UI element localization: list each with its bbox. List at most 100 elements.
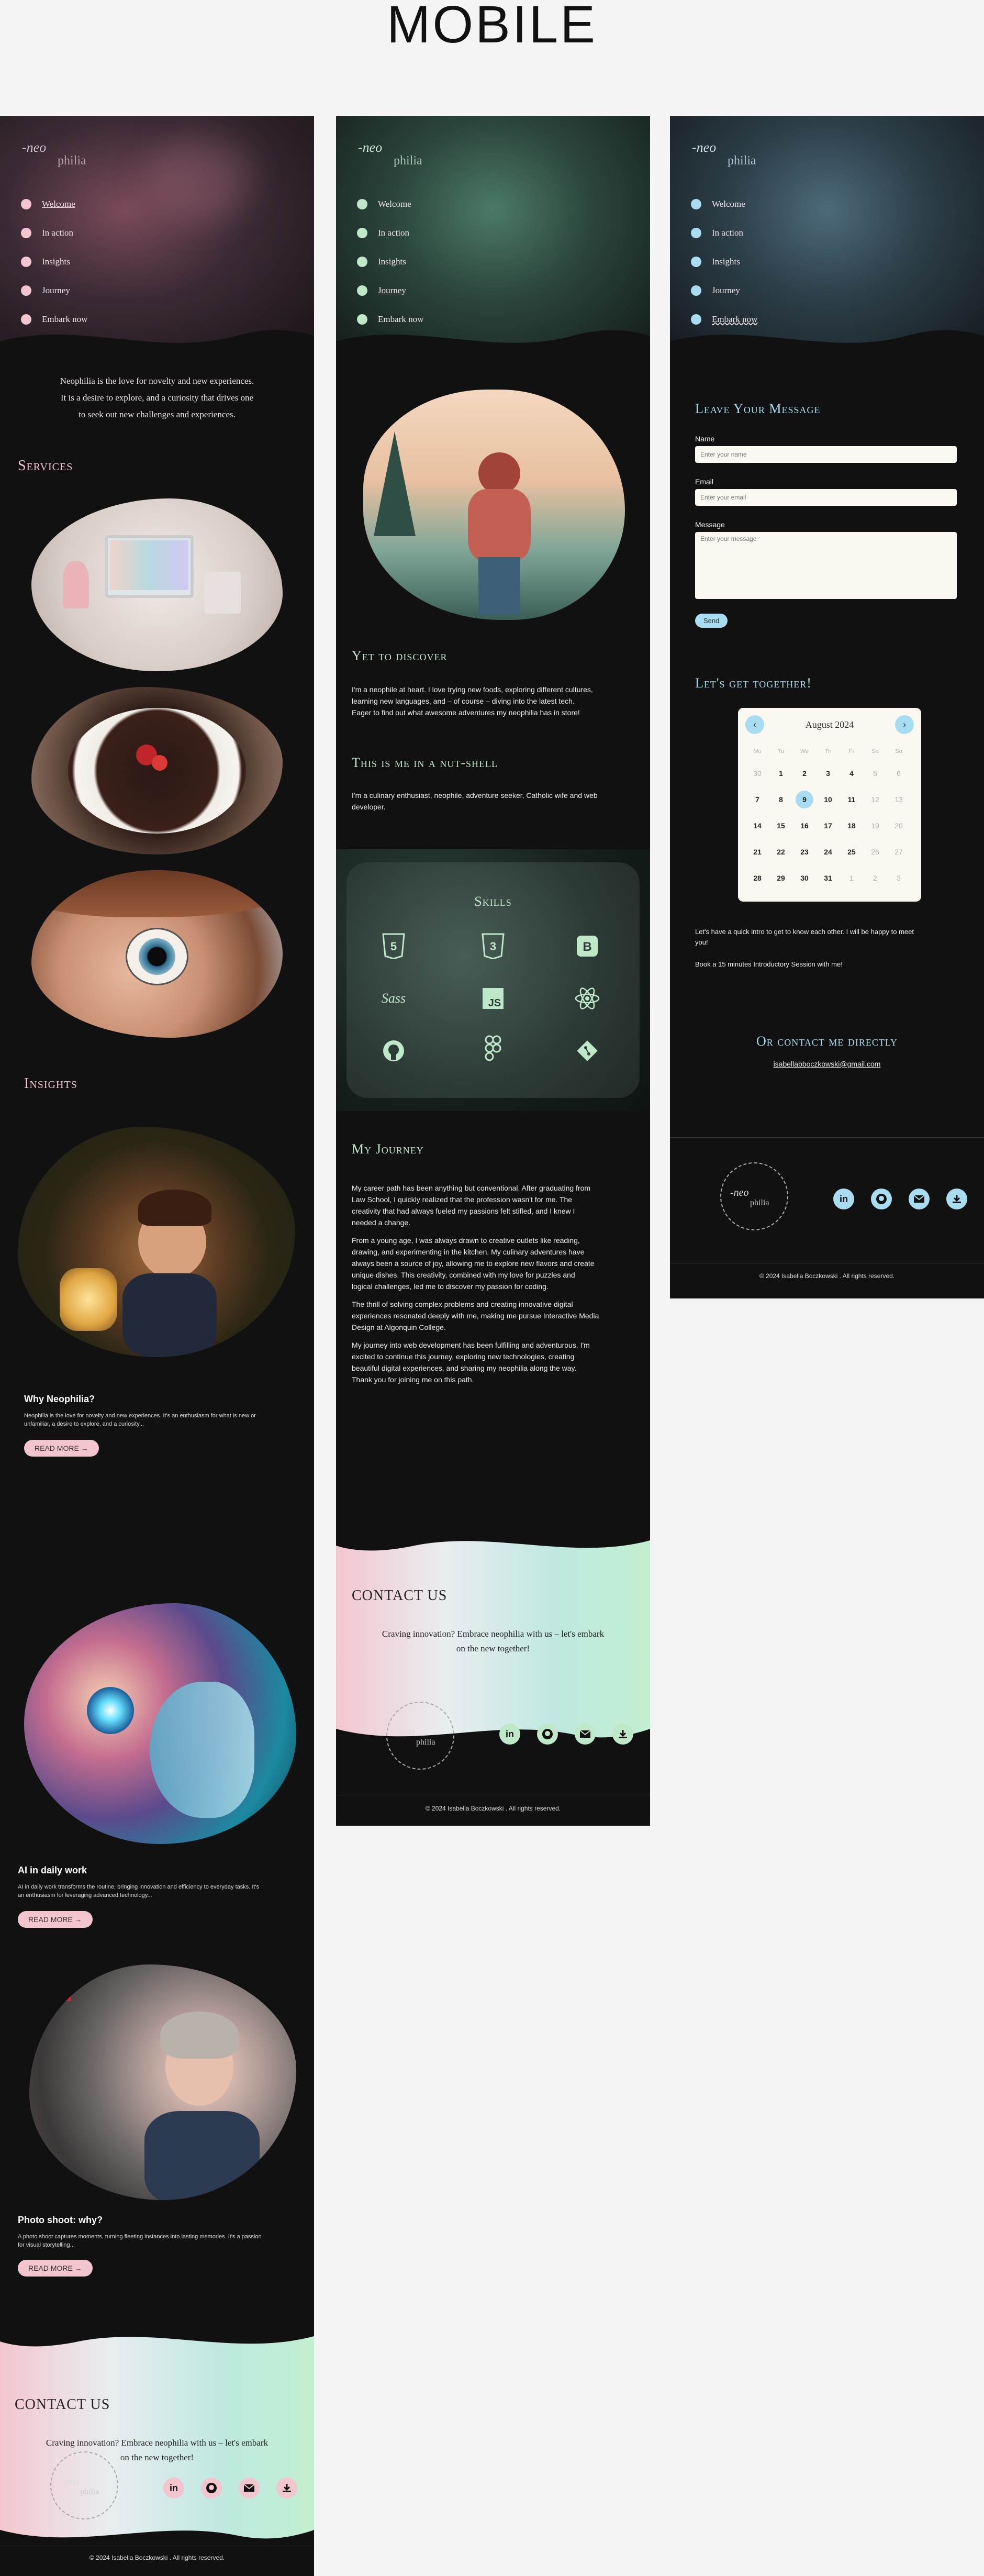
nav-item-journey[interactable]: Journey [691,276,757,305]
journey-paragraph: My journey into web development has been… [352,1341,590,1384]
copyright: © 2024 Isabella Boczkowski . All rights … [425,1805,561,1812]
phone-home: -neo philia Welcome In action Insights J… [0,116,314,2576]
nav-item-insights[interactable]: Insights [357,247,423,276]
calendar-day[interactable]: 20 [890,817,908,835]
calendar-day[interactable]: 8 [772,791,790,808]
calendar-day[interactable]: 14 [748,817,766,835]
copyright: © 2024 Isabella Boczkowski . All rights … [89,2554,225,2561]
calendar-day[interactable]: 29 [772,869,790,887]
send-button[interactable]: Send [695,614,728,628]
download-icon[interactable] [946,1189,967,1209]
calendar-day[interactable]: 5 [866,764,884,782]
contact-text: Craving innovation? Embrace neophilia wi… [382,1629,605,1653]
calendar-day[interactable]: 28 [748,869,766,887]
calendar-day[interactable]: 17 [819,817,837,835]
nav-item-welcome[interactable]: Welcome [691,190,757,218]
nav-item-welcome[interactable]: Welcome [21,190,87,218]
calendar-day[interactable]: 1 [843,869,860,887]
calendar-day[interactable]: 6 [890,764,908,782]
journey-paragraph: The thrill of solving complex problems a… [352,1300,599,1331]
calendar-day[interactable]: 13 [890,791,908,808]
calendar-day[interactable]: 7 [748,791,766,808]
svg-text:philia: philia [394,154,422,168]
contact-title: CONTACT US [352,1587,448,1604]
footer-divider-top [670,1137,984,1138]
calendar-day[interactable]: 15 [772,817,790,835]
calendar-next-button[interactable]: › [895,715,914,734]
calendar-day[interactable]: 18 [843,817,860,835]
service-image-cake[interactable] [31,687,283,854]
calendar-day[interactable]: 26 [866,843,884,861]
calendar-day[interactable]: 22 [772,843,790,861]
nav-item-journey[interactable]: Journey [357,276,423,305]
github-icon[interactable] [537,1724,558,1745]
contact-title: CONTACT US [15,2396,110,2413]
nav-item-in-action[interactable]: In action [21,218,87,247]
calendar-day[interactable]: 27 [890,843,908,861]
calendar-day[interactable]: 11 [843,791,860,808]
calendar-day[interactable]: 2 [796,764,813,782]
insight-desc: A photo shoot captures moments, turning … [18,2234,262,2248]
calendar-day[interactable]: 12 [866,791,884,808]
github-icon[interactable] [871,1189,892,1209]
linkedin-icon[interactable]: in [833,1189,854,1209]
calendar-day[interactable]: 23 [796,843,813,861]
logo[interactable]: -neo philia [21,137,110,169]
svg-text:5: 5 [390,940,397,953]
svg-text:philia: philia [728,154,756,168]
calendar-day[interactable]: 24 [819,843,837,861]
calendar-day[interactable]: 9 [796,791,813,808]
calendar-day[interactable]: 3 [890,869,908,887]
mail-icon[interactable] [909,1189,930,1209]
service-image-character[interactable] [31,870,283,1038]
calendar-day[interactable]: 2 [866,869,884,887]
email-field[interactable] [695,489,957,506]
insight-title: Why Neophilia? [24,1394,95,1404]
calendar-day[interactable]: 25 [843,843,860,861]
calendar-day[interactable]: 10 [819,791,837,808]
read-more-button[interactable]: READ MORE → [18,1911,93,1928]
read-more-button[interactable]: READ MORE → [18,2260,93,2277]
name-field[interactable] [695,446,957,463]
github-icon[interactable] [201,2478,222,2499]
insight-image-child[interactable] [18,1127,295,1357]
calendar-day[interactable]: 31 [819,869,837,887]
hero-illustration-hiker[interactable] [363,390,625,620]
nav-item-in-action[interactable]: In action [691,218,757,247]
nav-item-journey[interactable]: Journey [21,276,87,305]
calendar-day[interactable]: 16 [796,817,813,835]
message-field[interactable] [695,532,957,599]
insight-image-photo[interactable] [29,1964,296,2200]
calendar-day[interactable]: 4 [843,764,860,782]
footer-logo[interactable]: -neo philia [386,1702,454,1770]
nav-item-insights[interactable]: Insights [691,247,757,276]
read-more-button[interactable]: READ MORE → [24,1440,99,1457]
logo[interactable]: -neo philia [357,137,446,169]
email-link[interactable]: isabellabboczkowski@gmail.com [670,1060,984,1068]
calendar: ‹ August 2024 › Mo Tu We Th Fr Sa Su 30 1 2 3 4 5 6 7… [738,708,921,902]
footer-logo[interactable]: -neo philia [720,1162,788,1230]
nav-item-welcome[interactable]: Welcome [357,190,423,218]
calendar-day[interactable]: 30 [748,764,766,782]
nav-label: Journey [42,285,70,295]
footer-logo[interactable]: -neo philia [50,2451,118,2519]
calendar-day[interactable]: 3 [819,764,837,782]
nav-item-insights[interactable]: Insights [21,247,87,276]
download-icon[interactable] [612,1724,633,1745]
mail-icon[interactable] [239,2478,260,2499]
calendar-day[interactable]: 1 [772,764,790,782]
mail-icon[interactable] [575,1724,596,1745]
nav-item-in-action[interactable]: In action [357,218,423,247]
linkedin-icon[interactable]: in [499,1724,520,1745]
linkedin-icon[interactable]: in [163,2478,184,2499]
insight-image-ai[interactable] [24,1603,296,1844]
logo[interactable]: -neo philia [691,137,780,169]
calendar-day[interactable]: 21 [748,843,766,861]
svg-text:-neo: -neo [730,1187,749,1198]
contact-section: CONTACT US Craving innovation? Embrace n… [336,1530,650,1750]
insight-title: AI in daily work [18,1865,87,1875]
calendar-day[interactable]: 30 [796,869,813,887]
service-image-workspace[interactable] [31,498,283,671]
calendar-day[interactable]: 19 [866,817,884,835]
download-icon[interactable] [276,2478,297,2499]
